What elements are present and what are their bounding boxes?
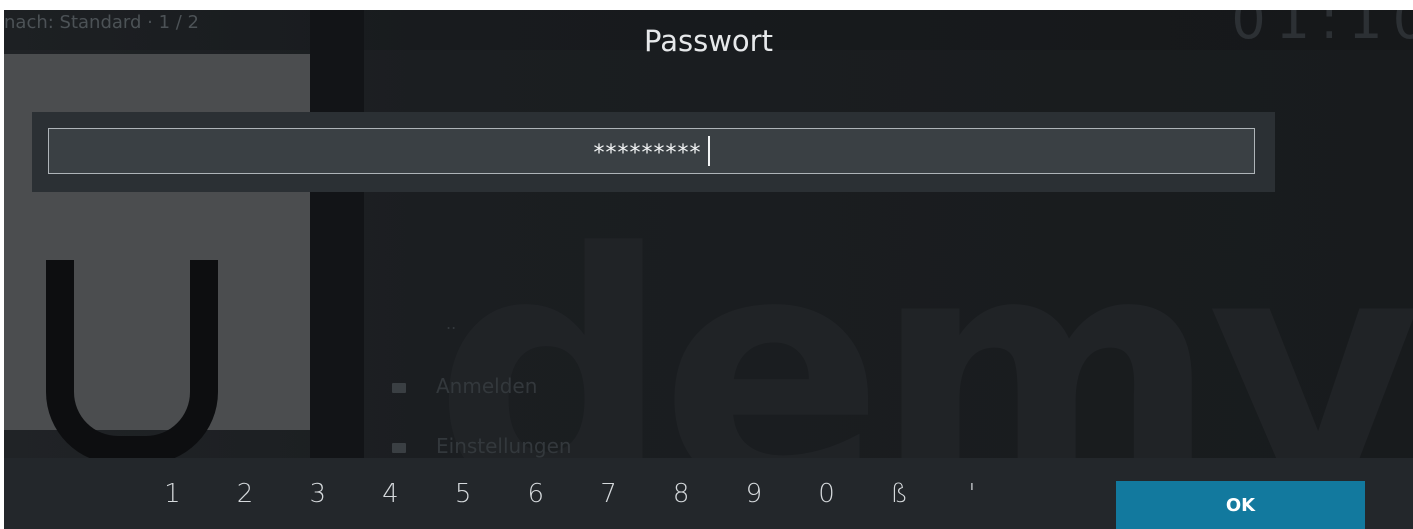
- on-screen-keyboard: 1 2 3 4 5 6 7 8 9 0 ß ' OK: [4, 458, 1413, 529]
- keyboard-key-row: 1 2 3 4 5 6 7 8 9 0 ß ': [136, 458, 1008, 529]
- folder-icon: [392, 382, 406, 393]
- key-1[interactable]: 1: [136, 458, 209, 529]
- key-8[interactable]: 8: [645, 458, 718, 529]
- key-0[interactable]: 0: [790, 458, 863, 529]
- list-item-label: Anmelden: [436, 374, 538, 398]
- dialog-title: Passwort: [644, 24, 773, 58]
- kodi-screen: nach: Standard · 1 / 2 01:10 demy .. Anm…: [4, 10, 1413, 529]
- key-7[interactable]: 7: [572, 458, 645, 529]
- key-5[interactable]: 5: [427, 458, 500, 529]
- ok-button[interactable]: OK: [1116, 481, 1365, 529]
- logo-u-icon: [46, 260, 218, 464]
- password-input[interactable]: *********: [48, 128, 1255, 174]
- list-item-parent: ..: [446, 314, 457, 333]
- input-panel: *********: [32, 112, 1275, 192]
- folder-icon: [392, 442, 406, 453]
- password-value: *********: [593, 140, 702, 166]
- addon-thumbnail: [4, 54, 310, 464]
- list-item-label: Einstellungen: [436, 434, 572, 458]
- key-4[interactable]: 4: [354, 458, 427, 529]
- text-caret: [707, 136, 710, 166]
- list-item: Anmelden: [392, 374, 537, 398]
- thumbnail-shadow: [310, 10, 364, 460]
- list-item: Einstellungen: [392, 434, 572, 458]
- key-6[interactable]: 6: [499, 458, 572, 529]
- key-9[interactable]: 9: [718, 458, 791, 529]
- key-2[interactable]: 2: [209, 458, 282, 529]
- key-eszett[interactable]: ß: [863, 458, 936, 529]
- key-apostrophe[interactable]: ': [936, 458, 1009, 529]
- key-3[interactable]: 3: [281, 458, 354, 529]
